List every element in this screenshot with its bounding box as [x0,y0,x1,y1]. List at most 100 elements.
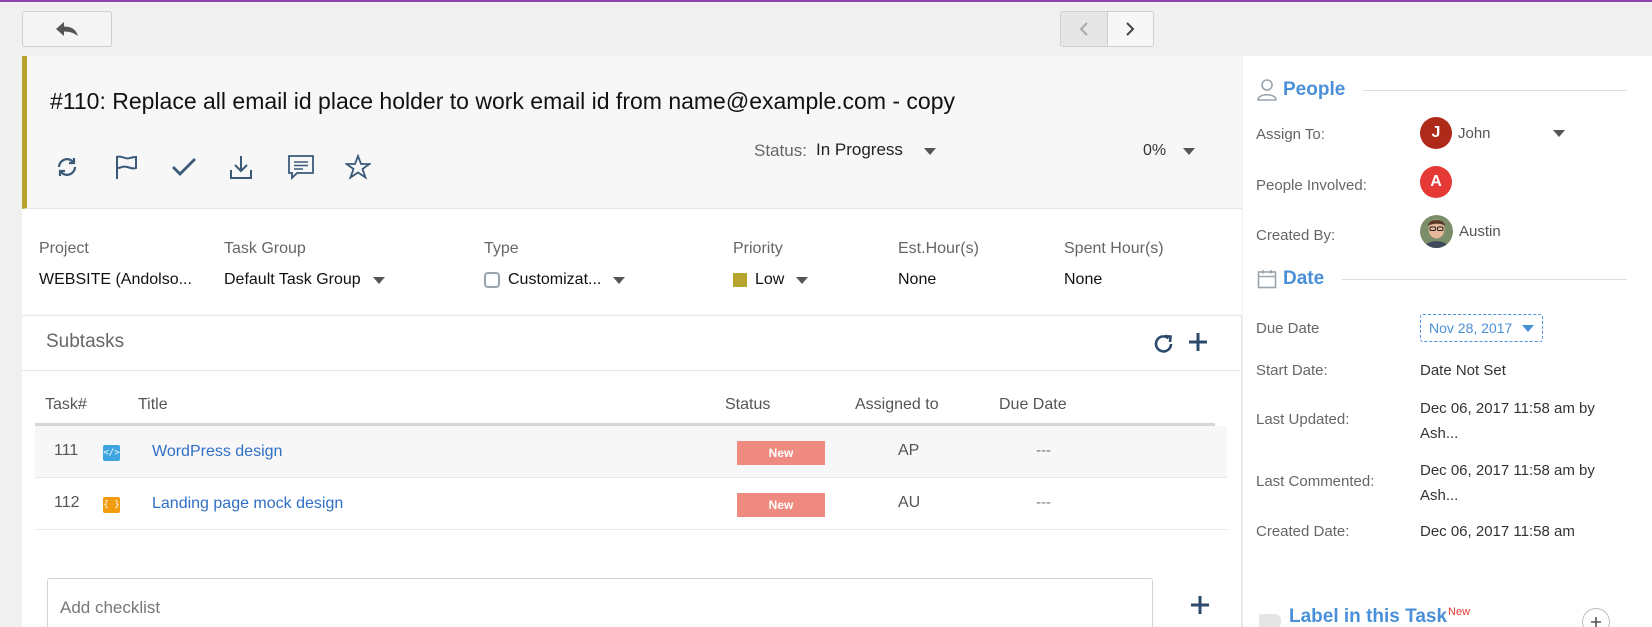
created-date-label: Created Date: [1256,523,1350,540]
calendar-icon [1257,270,1277,289]
code-icon: </> [103,445,120,461]
flag-icon[interactable] [113,150,171,184]
created-date-value: Dec 06, 2017 11:58 am [1420,523,1575,540]
comment-icon[interactable] [287,150,345,184]
plus-icon [1591,617,1601,627]
chevron-down-icon [613,276,626,284]
column-assigned-to[interactable]: Assigned to [855,396,939,414]
task-action-icons [55,150,403,184]
due-date-value: Nov 28, 2017 [1429,320,1513,336]
task-group-label: Task Group [224,240,306,257]
project-value[interactable]: WEBSITE (Andolso... [39,271,192,289]
avatar: J [1420,117,1452,149]
add-subtask-plus-icon[interactable] [1187,331,1209,358]
table-row[interactable]: 111 </> WordPress design New AP --- [35,426,1227,478]
task-header: #110: Replace all email id place holder … [22,56,1242,239]
task-fields: Project WEBSITE (Andolso... Task Group D… [22,210,1242,316]
due-date: --- [1036,494,1051,511]
est-hours-label: Est.Hour(s) [898,240,979,257]
design-icon: { } [103,497,120,513]
type-dropdown[interactable]: Customizat... [484,271,626,289]
table-row[interactable]: 112 { } Landing page mock design New AU … [35,478,1227,530]
date-section-header: Date [1257,268,1627,290]
created-by-user: Austin [1420,215,1501,248]
due-date: --- [1036,442,1051,459]
last-updated-value: Dec 06, 2017 11:58 am by Ash... [1420,400,1595,442]
next-task-button[interactable] [1108,12,1154,46]
avatar[interactable]: A [1420,166,1452,198]
add-checklist-plus-icon[interactable] [1189,594,1211,621]
progress-percent-dropdown[interactable]: 0% [1143,142,1166,160]
task-title[interactable]: #110: Replace all email id place holder … [50,88,955,115]
download-icon[interactable] [229,150,287,184]
label-title: Label in this Task [1289,606,1448,627]
tag-icon [1259,614,1281,627]
start-date-label: Start Date: [1256,362,1328,379]
priority-dropdown[interactable]: Low [733,271,809,289]
priority-label: Priority [733,240,783,257]
star-icon[interactable] [345,150,403,184]
add-label-button[interactable] [1582,608,1610,627]
column-due-date[interactable]: Due Date [999,396,1067,414]
status-badge[interactable]: New [737,493,825,517]
due-date-label: Due Date [1256,320,1320,337]
label-section-header: Label in this Task New [1259,606,1470,627]
start-date-value[interactable]: Date Not Set [1420,358,1506,383]
subtasks-refresh-icon[interactable] [1153,333,1175,360]
assignee-name: John [1458,124,1491,142]
divider [1342,278,1627,280]
back-button[interactable] [22,11,112,47]
table-header: Task# Title Status Assigned to Due Date [35,372,1215,426]
type-label: Type [484,240,519,257]
right-sidebar: People Assign To: J John People Involved… [1243,56,1652,627]
chevron-down-icon [372,276,385,284]
last-updated-label: Last Updated: [1256,411,1350,428]
assign-to-label: Assign To: [1256,126,1325,143]
status-label: Status: [754,141,807,160]
chevron-down-icon [1522,324,1535,332]
people-section-header: People [1257,78,1627,102]
assign-to-dropdown[interactable]: J John [1420,117,1565,149]
column-status[interactable]: Status [725,396,770,414]
spent-hours-value[interactable]: None [1064,271,1102,289]
subtasks-table: Task# Title Status Assigned to Due Date … [35,372,1227,530]
task-group-dropdown[interactable]: Default Task Group [224,271,385,289]
task-detail-panel: #110: Replace all email id place holder … [22,56,1242,627]
task-pager [1060,11,1154,47]
people-title: People [1283,79,1346,100]
creator-name: Austin [1459,223,1501,240]
column-task-number[interactable]: Task# [45,396,87,414]
subtasks-header: Subtasks [22,317,1242,371]
due-date-picker[interactable]: Nov 28, 2017 [1420,314,1544,342]
created-by-label: Created By: [1256,227,1336,244]
assigned-to: AU [898,494,921,511]
spent-hours-label: Spent Hour(s) [1064,240,1164,257]
chevron-left-icon [1079,22,1088,36]
add-checklist-input[interactable] [48,579,1152,627]
type-icon [484,272,500,288]
status-badge[interactable]: New [737,441,825,465]
progress-chevron-down-icon[interactable] [1183,148,1195,155]
check-icon[interactable] [171,150,229,184]
checklist-field [47,578,1153,627]
subtask-title-link[interactable]: WordPress design [152,443,282,461]
status-dropdown[interactable]: In Progress [816,140,903,160]
est-hours-value[interactable]: None [898,271,936,289]
person-icon [1257,79,1277,101]
column-title[interactable]: Title [138,396,168,414]
last-commented-value: Dec 06, 2017 11:58 am by Ash... [1420,462,1595,504]
chevron-down-icon[interactable] [1552,129,1565,137]
date-title: Date [1283,268,1325,289]
reply-arrow-icon [56,22,78,36]
priority-color-icon [733,273,747,287]
top-toolbar [0,2,1652,55]
divider [1363,89,1627,91]
task-number: 112 [54,494,80,511]
chevron-down-icon [796,276,809,284]
last-commented-label: Last Commented: [1256,473,1375,490]
subtask-title-link[interactable]: Landing page mock design [152,495,343,513]
status-chevron-down-icon[interactable] [924,148,936,155]
avatar [1420,215,1453,248]
previous-task-button[interactable] [1061,12,1108,46]
refresh-icon[interactable] [55,150,113,184]
